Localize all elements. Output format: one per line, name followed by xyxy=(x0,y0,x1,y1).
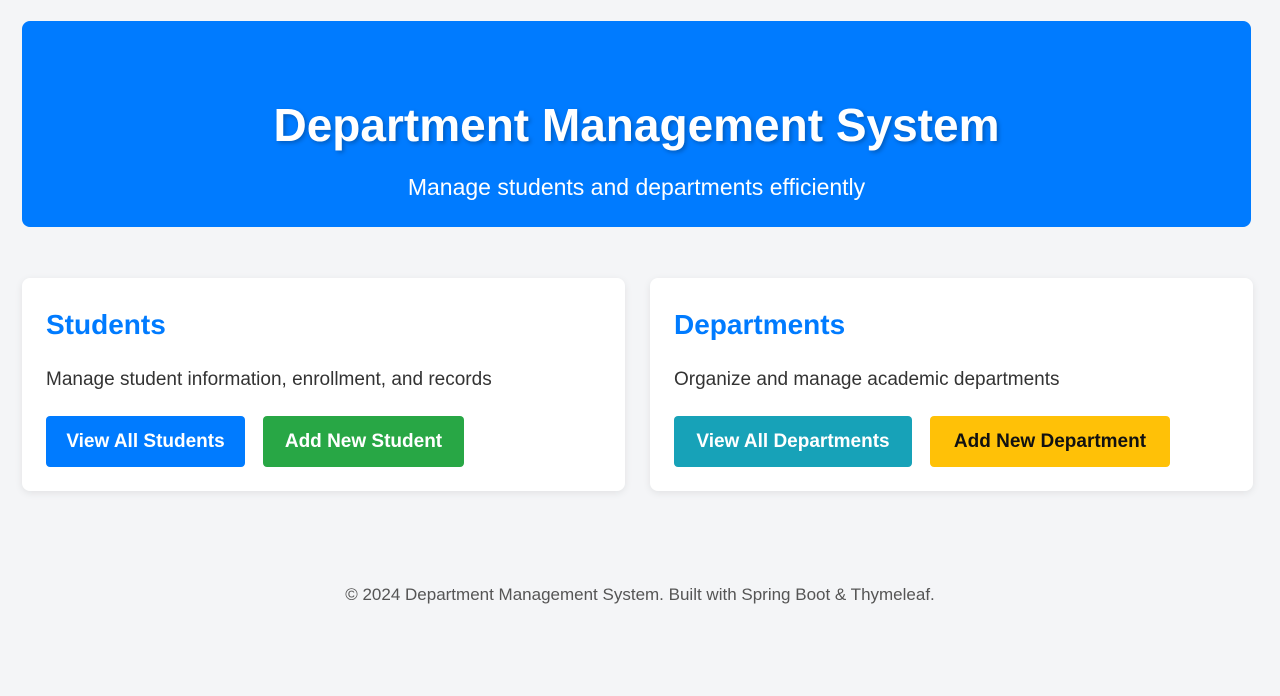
header-banner: Department Management System Manage stud… xyxy=(22,21,1251,227)
add-new-student-button[interactable]: Add New Student xyxy=(263,416,464,467)
footer-text: © 2024 Department Management System. Bui… xyxy=(345,585,935,604)
departments-card: Departments Organize and manage academic… xyxy=(650,278,1253,491)
students-card-title: Students xyxy=(46,309,166,340)
page-title: Department Management System xyxy=(273,99,1000,151)
students-card: Students Manage student information, enr… xyxy=(22,278,625,491)
departments-card-title: Departments xyxy=(674,309,846,340)
view-all-students-button[interactable]: View All Students xyxy=(46,416,245,467)
departments-card-description: Organize and manage academic departments xyxy=(674,369,1060,390)
add-new-department-button[interactable]: Add New Department xyxy=(930,416,1170,467)
students-card-description: Manage student information, enrollment, … xyxy=(46,369,492,390)
page-subtitle: Manage students and departments efficien… xyxy=(407,174,866,200)
view-all-departments-button[interactable]: View All Departments xyxy=(674,416,912,467)
